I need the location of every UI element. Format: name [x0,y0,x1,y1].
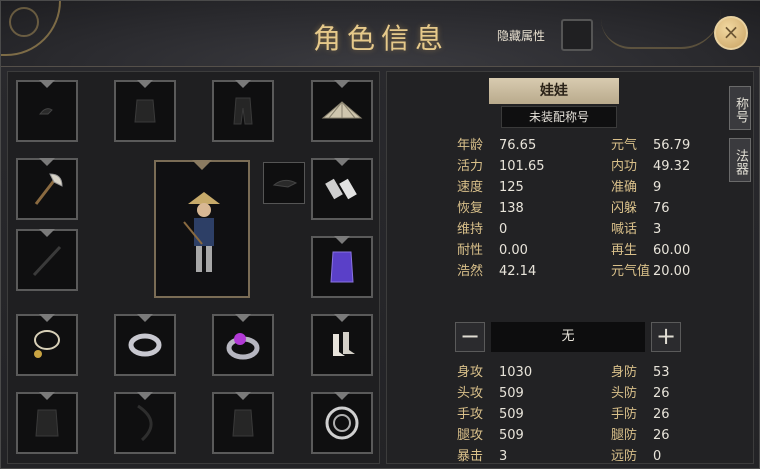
stat-age: 年龄 76.65 [457,138,537,153]
stat-recovery: 恢复 138 [457,201,524,216]
decrement-button[interactable]: − [455,322,485,352]
stat-vitality: 活力 101.65 [457,159,545,174]
stat-vigor: 元气 56.79 [611,138,691,153]
tab-artifact[interactable]: 法器 [729,138,751,182]
hidden-attributes-toggle[interactable] [561,19,593,51]
pants-icon [233,97,253,125]
stat-sustain: 维持 0 [457,222,508,237]
hat-slot[interactable] [311,80,373,142]
vest-slot[interactable] [212,392,274,454]
combat-critical: 暴击 3 [457,449,508,464]
attributes-panel: 娃娃 未装配称号 称号 法器 年龄 76.65 活力 101.65 速度 125 恢复… [386,71,754,464]
inner-armor-slot[interactable] [16,392,78,454]
axe-icon [34,173,63,205]
combat-leg-attack: 腿攻 509 [457,428,524,443]
combat-hand-attack: 手攻 509 [457,407,524,422]
chest-armor-icon [134,99,156,123]
boots-slot[interactable] [311,314,373,376]
straw-hat-icon [321,101,363,119]
spear-icon [32,245,62,277]
necklace-slot[interactable] [16,314,78,376]
combat-body-defense: 身防 53 [611,365,670,380]
axe-weapon-slot[interactable] [16,158,78,220]
bow-icon [137,404,153,442]
combat-ranged-defense: 远防 0 [611,449,662,464]
combat-body-attack: 身攻 1030 [457,365,533,380]
stat-vigor-value: 元气值 20.00 [611,264,691,279]
stepper-value: 无 [491,322,645,352]
increment-button[interactable]: + [651,322,681,352]
vest-icon [232,409,254,437]
stat-inner-power: 内功 49.32 [611,159,691,174]
hidden-attributes-label: 隐藏属性 [497,29,546,43]
set-stepper: − 无 + [455,322,681,352]
hair-ornament-slot[interactable] [16,80,78,142]
stat-shout: 喊话 3 [611,222,662,237]
inner-armor-icon [35,409,59,437]
stat-righteousness: 浩然 42.14 [457,264,537,279]
robe-icon [330,251,354,283]
gauntlets-icon [325,178,357,200]
stat-dodge: 闪躲 76 [611,201,670,216]
gauntlets-slot[interactable] [311,158,373,220]
close-button[interactable]: × [714,16,748,50]
stat-accuracy: 准确 9 [611,180,662,195]
stat-endurance: 耐性 0.00 [457,243,528,258]
hidden-weapon-icon [272,179,298,188]
combat-leg-defense: 腿防 26 [611,428,670,443]
necklace-icon [34,330,60,358]
hair-ornament-icon [38,108,53,115]
combat-head-attack: 头攻 509 [457,386,524,401]
pants-slot[interactable] [212,80,274,142]
chest-armor-slot[interactable] [114,80,176,142]
robe-slot[interactable] [311,236,373,298]
bracelet-slot[interactable] [114,314,176,376]
character-avatar-icon [183,192,220,272]
stat-speed: 速度 125 [457,180,524,195]
window-header: 角色信息 隐藏属性 × [1,1,760,67]
bracelet-icon [128,333,162,357]
boots-icon [333,332,355,356]
ring-slot[interactable] [212,314,274,376]
stat-regeneration: 再生 60.00 [611,243,691,258]
combat-head-defense: 头防 26 [611,386,670,401]
tab-title[interactable]: 称号 [729,86,751,130]
ring-icon [226,333,260,360]
window-title: 角色信息 [312,22,449,55]
token-slot[interactable] [311,392,373,454]
token-icon [325,406,359,440]
spear-slot[interactable] [16,229,78,291]
bow-slot[interactable] [114,392,176,454]
character-name: 娃娃 [489,78,619,104]
combat-hand-defense: 手防 26 [611,407,670,422]
character-info-window: 角色信息 隐藏属性 × 娃娃 未装配称号 称号 法器 年龄 76.65 活力 1… [0,0,760,469]
hidden-weapon-slot[interactable] [263,162,305,204]
character-portrait-slot[interactable] [154,160,250,298]
equipment-panel [7,71,380,464]
character-title[interactable]: 未装配称号 [501,106,617,128]
